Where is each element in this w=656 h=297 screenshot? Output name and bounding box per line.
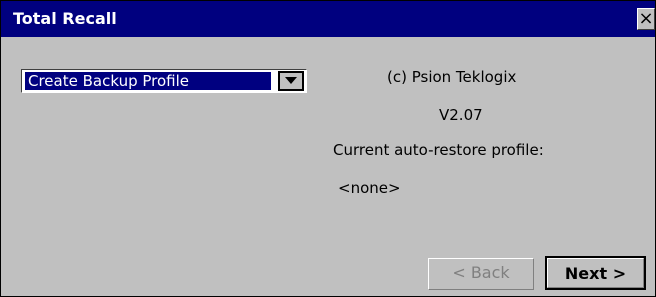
next-button-face: Next > xyxy=(547,258,644,288)
current-profile-value: <none> xyxy=(338,179,401,197)
copyright-text: (c) Psion Teklogix xyxy=(387,68,517,86)
wizard-body: Create Backup Profile (c) Psion Teklogix… xyxy=(1,37,655,296)
title-bar: Total Recall × xyxy=(1,1,655,37)
version-text: V2.07 xyxy=(439,106,483,124)
next-button-label: Next > xyxy=(564,264,627,283)
back-button[interactable]: < Back xyxy=(428,258,534,290)
window-title: Total Recall xyxy=(13,9,117,28)
profile-action-dropdown[interactable]: Create Backup Profile xyxy=(21,69,307,93)
close-button[interactable]: × xyxy=(637,8,655,30)
close-icon: × xyxy=(638,8,654,29)
current-profile-label: Current auto-restore profile: xyxy=(333,141,544,159)
total-recall-window: Total Recall × Create Backup Profile (c)… xyxy=(0,0,656,297)
back-button-label: < Back xyxy=(452,263,510,282)
chevron-down-icon xyxy=(285,77,297,84)
next-button[interactable]: Next > xyxy=(545,256,646,290)
dropdown-arrow-button[interactable] xyxy=(278,71,304,91)
dropdown-selected-value: Create Backup Profile xyxy=(25,72,271,90)
